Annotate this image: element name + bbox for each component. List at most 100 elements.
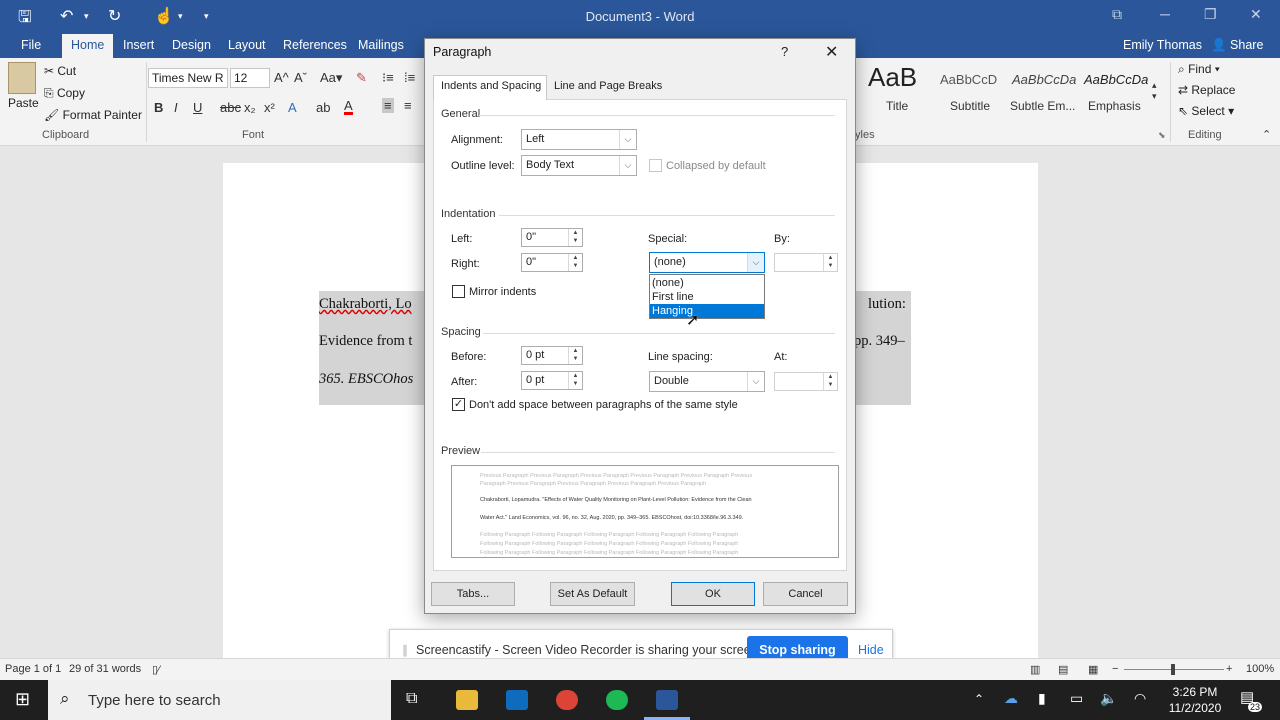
special-option-none[interactable]: (none) [650, 276, 764, 290]
select-button[interactable]: ⇖ Select ▾ [1178, 104, 1234, 118]
web-layout-icon[interactable]: ▦ [1088, 663, 1098, 676]
line-spacing-select[interactable]: Double ⌵ [649, 371, 765, 392]
copy-button[interactable]: ⎘ Copy [44, 86, 85, 101]
find-button[interactable]: ⌕ Find ▾ [1178, 62, 1220, 77]
page-count[interactable]: Page 1 of 1 [5, 663, 61, 675]
zoom-level[interactable]: 100% [1246, 663, 1274, 675]
proofing-icon[interactable]: ▯⁄ [152, 663, 160, 676]
share-button[interactable]: 👤 Share [1211, 38, 1263, 53]
set-as-default-button[interactable]: Set As Default [550, 582, 635, 606]
alignment-select[interactable]: Left ⌵ [521, 129, 637, 150]
spacing-before-spinner[interactable]: 0 pt ▲ ▼ [521, 346, 583, 365]
dont-add-space-checkbox[interactable]: ✓ [452, 398, 465, 411]
paste-button[interactable]: Paste [8, 96, 39, 110]
collapsed-by-default-checkbox[interactable] [649, 159, 662, 172]
tab-line-and-page-breaks[interactable]: Line and Page Breaks [554, 80, 662, 92]
close-icon[interactable]: ✕ [825, 42, 838, 62]
tab-layout[interactable]: Layout [228, 38, 266, 52]
spotify-icon[interactable] [606, 690, 628, 710]
volume-icon[interactable]: 🔈 [1100, 690, 1117, 707]
outlook-icon[interactable] [506, 690, 528, 710]
cancel-button[interactable]: Cancel [763, 582, 848, 606]
chrome-icon[interactable] [556, 690, 578, 710]
hide-button[interactable]: Hide [858, 643, 884, 657]
word-count[interactable]: 29 of 31 words [69, 663, 141, 675]
grow-font-icon[interactable]: A^ [274, 70, 289, 85]
zoom-slider-thumb[interactable] [1171, 664, 1175, 675]
by-spinner[interactable]: ▲ ▼ [774, 253, 838, 272]
minimize-icon[interactable]: ─ [1160, 6, 1170, 22]
italic-icon[interactable]: I [174, 100, 178, 115]
tab-mailings[interactable]: Mailings [358, 38, 404, 52]
font-size-box[interactable]: 12 [230, 68, 270, 88]
spinner-arrows-icon[interactable]: ▲ ▼ [568, 229, 582, 246]
format-painter-button[interactable]: 🖌 Format Painter [44, 108, 142, 122]
align-left-icon[interactable]: ≡ [382, 98, 394, 113]
font-color-icon[interactable]: A [344, 99, 353, 115]
styles-launcher-icon[interactable]: ⬊ [1158, 130, 1166, 141]
subscript-icon[interactable]: x₂ [244, 100, 256, 115]
spinner-arrows-icon[interactable]: ▲ ▼ [823, 373, 837, 390]
special-option-hanging[interactable]: Hanging [650, 304, 764, 318]
onedrive-icon[interactable]: ☁ [1004, 690, 1018, 707]
collapse-ribbon-icon[interactable]: ⌃ [1262, 128, 1271, 141]
tab-insert[interactable]: Insert [123, 38, 154, 52]
cut-button[interactable]: ✂ Cut [44, 64, 76, 78]
clear-formatting-icon[interactable]: ✎ [356, 70, 367, 86]
spinner-arrows-icon[interactable]: ▲ ▼ [568, 347, 582, 364]
mirror-indents-checkbox[interactable] [452, 285, 465, 298]
spinner-arrows-icon[interactable]: ▲ ▼ [823, 254, 837, 271]
style-title-sample[interactable]: AaB [868, 62, 917, 93]
style-emphasis-sample[interactable]: AaBbCcDa [1084, 72, 1148, 87]
spacing-after-spinner[interactable]: 0 pt ▲ ▼ [521, 371, 583, 390]
indent-left-spinner[interactable]: 0" ▲ ▼ [521, 228, 583, 247]
strikethrough-icon[interactable]: abc [220, 100, 241, 115]
task-view-icon[interactable]: ⧉ [406, 690, 417, 708]
help-button[interactable]: ? [781, 44, 788, 59]
usb-icon[interactable]: ▮ [1038, 690, 1046, 707]
system-clock[interactable]: 3:26 PM 11/2/2020 [1160, 684, 1230, 716]
zoom-out-icon[interactable]: − [1112, 663, 1118, 675]
spinner-arrows-icon[interactable]: ▲ ▼ [568, 372, 582, 389]
ok-button[interactable]: OK [671, 582, 755, 606]
underline-icon[interactable]: U [193, 100, 202, 115]
special-select[interactable]: (none) ⌵ [649, 252, 765, 273]
paste-icon[interactable] [8, 62, 36, 94]
maximize-icon[interactable]: ❐ [1204, 6, 1217, 23]
spinner-arrows-icon[interactable]: ▲ ▼ [568, 254, 582, 271]
change-case-icon[interactable]: Aa▾ [320, 70, 342, 86]
windows-start-icon[interactable]: ⊞ [15, 689, 30, 710]
tab-file[interactable]: File [21, 38, 41, 52]
word-icon[interactable] [656, 690, 678, 710]
wifi-icon[interactable]: ◠ [1134, 690, 1146, 707]
font-name-box[interactable]: Times New R [148, 68, 228, 88]
read-mode-icon[interactable]: ▥ [1030, 663, 1040, 676]
taskbar-search[interactable]: ⌕ Type here to search [48, 680, 391, 720]
ribbon-display-icon[interactable]: ⧉ [1112, 6, 1122, 23]
numbering-icon[interactable]: ⁞≡ [404, 70, 415, 85]
bold-icon[interactable]: B [154, 100, 163, 115]
shrink-font-icon[interactable]: Aˇ [294, 70, 307, 85]
close-window-icon[interactable]: ✕ [1250, 6, 1262, 23]
tab-design[interactable]: Design [172, 38, 211, 52]
file-explorer-icon[interactable] [456, 690, 478, 710]
print-layout-icon[interactable]: ▤ [1058, 663, 1068, 676]
bullets-icon[interactable]: ⁝≡ [382, 70, 394, 86]
indent-right-spinner[interactable]: 0" ▲ ▼ [521, 253, 583, 272]
replace-button[interactable]: ⇄ Replace [1178, 83, 1235, 97]
tab-home[interactable]: Home [62, 34, 114, 58]
show-hidden-icons-icon[interactable]: ⌃ [974, 692, 984, 706]
superscript-icon[interactable]: x² [264, 100, 275, 115]
zoom-in-icon[interactable]: + [1226, 663, 1232, 675]
outline-level-select[interactable]: Body Text ⌵ [521, 155, 637, 176]
drag-handle-icon[interactable]: ∥ [402, 643, 408, 657]
tabs-button[interactable]: Tabs... [431, 582, 515, 606]
highlight-icon[interactable]: ab [316, 100, 330, 115]
account-name[interactable]: Emily Thomas [1123, 38, 1202, 52]
styles-scroll-icon[interactable]: ▴ ▾ [1152, 80, 1157, 102]
at-spinner[interactable]: ▲ ▼ [774, 372, 838, 391]
style-subtitle-sample[interactable]: AaBbCcD [940, 72, 997, 87]
text-effects-icon[interactable]: A [288, 100, 297, 115]
style-subtle-emphasis-sample[interactable]: AaBbCcDa [1012, 72, 1076, 87]
special-option-first-line[interactable]: First line [650, 290, 764, 304]
